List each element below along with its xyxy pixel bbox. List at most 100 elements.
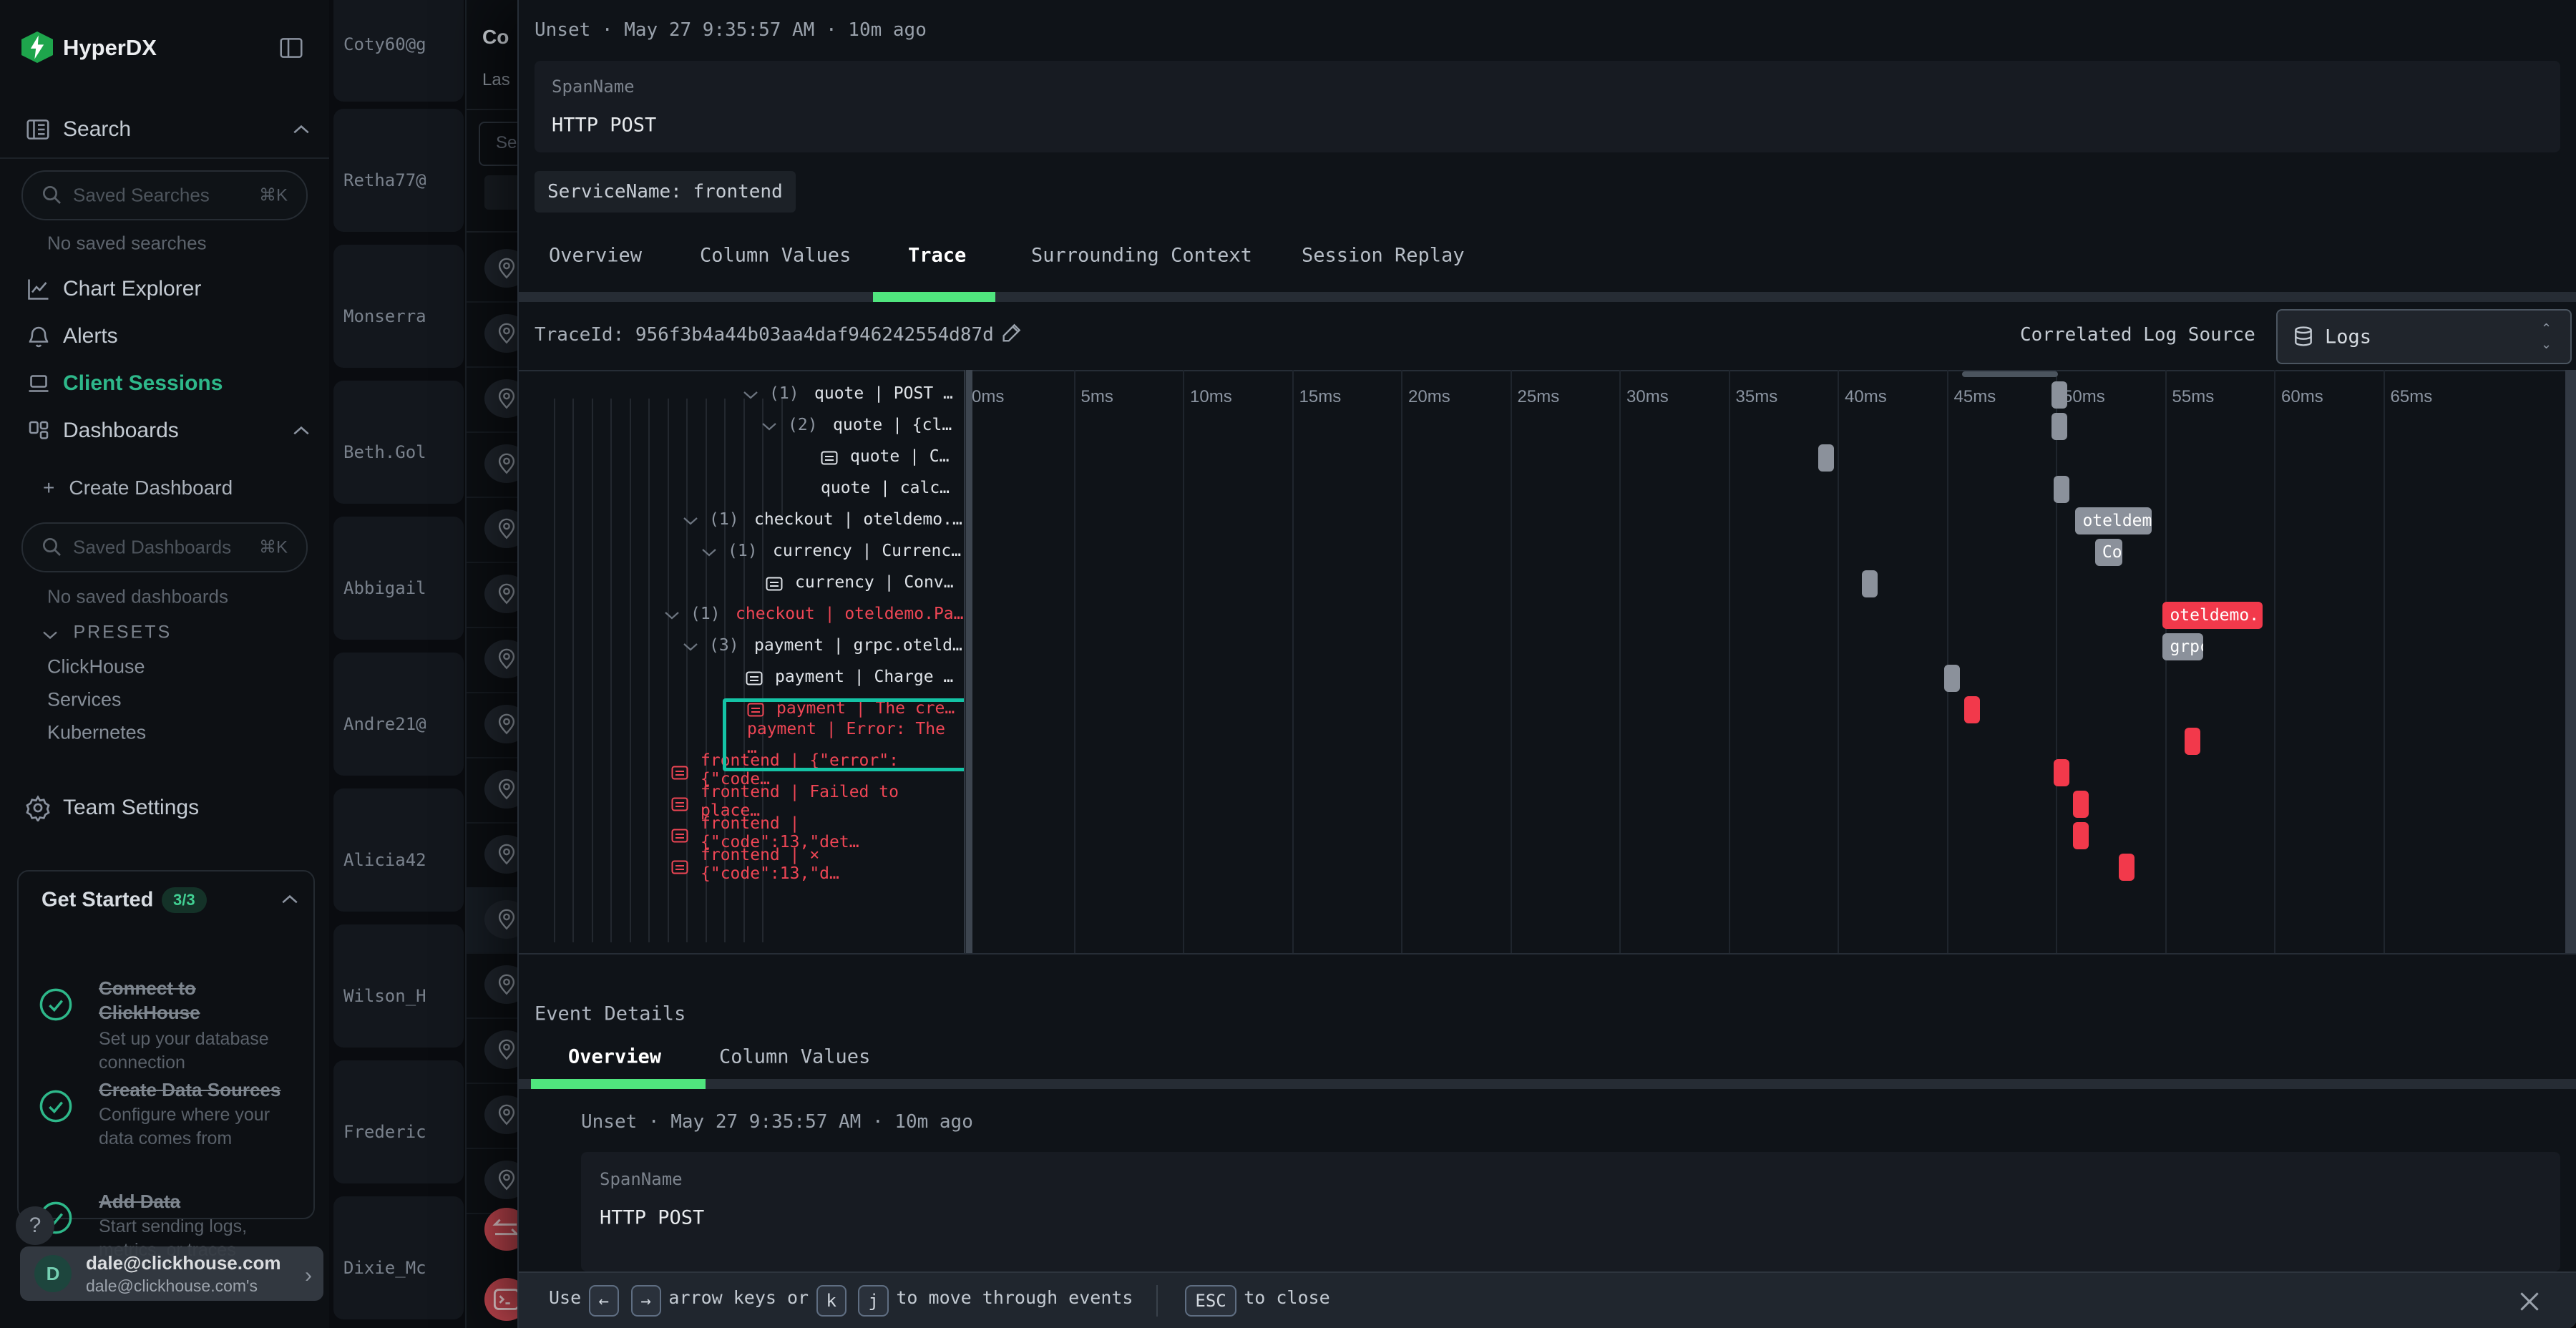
close-icon[interactable] bbox=[2515, 1287, 2544, 1316]
span-duration-bar[interactable] bbox=[1818, 444, 1834, 472]
session-card[interactable]: Monserra bbox=[333, 245, 464, 368]
tab-surrounding-context[interactable]: Surrounding Context bbox=[1031, 245, 1252, 267]
navigation-event-icon[interactable] bbox=[484, 1208, 519, 1251]
collapse-sidebar-icon[interactable] bbox=[278, 34, 305, 62]
sidebar-item-team-settings[interactable]: Team Settings bbox=[63, 796, 199, 820]
session-event-row[interactable] bbox=[467, 627, 519, 693]
span-duration-bar[interactable] bbox=[1862, 570, 1878, 597]
sidebar-item-search[interactable]: Search bbox=[63, 117, 131, 142]
span-duration-bar[interactable] bbox=[2054, 759, 2069, 786]
help-button[interactable]: ? bbox=[16, 1206, 54, 1245]
chevron-down-icon[interactable] bbox=[701, 547, 718, 558]
log-source-select[interactable]: Logs ⌃⌄ bbox=[2276, 309, 2572, 364]
trace-span-row[interactable]: currency | Conv… bbox=[519, 568, 964, 600]
sidebar-item-services[interactable]: Services bbox=[47, 689, 122, 711]
session-event-row[interactable] bbox=[467, 757, 519, 824]
session-card[interactable]: Wilson_H bbox=[333, 924, 464, 1048]
session-event-row[interactable] bbox=[467, 952, 519, 1019]
presets-toggle[interactable]: PRESETS bbox=[42, 622, 172, 643]
tab-overview[interactable]: Overview bbox=[568, 1046, 661, 1068]
tab-column-values[interactable]: Column Values bbox=[719, 1046, 870, 1068]
saved-searches-input[interactable]: Saved Searches ⌘K bbox=[21, 170, 308, 220]
chevron-up-icon[interactable] bbox=[280, 893, 299, 906]
location-pin-icon bbox=[484, 444, 519, 483]
session-event-row[interactable] bbox=[467, 1148, 519, 1214]
session-card[interactable]: Abbigail bbox=[333, 517, 464, 640]
chevron-down-icon[interactable] bbox=[663, 610, 680, 621]
trace-span-row[interactable]: (2)quote | {cl… bbox=[519, 411, 964, 442]
span-duration-bar[interactable]: grpc bbox=[2162, 633, 2203, 660]
session-event-row[interactable] bbox=[467, 562, 519, 628]
sidebar-item-chart-explorer[interactable]: Chart Explorer bbox=[63, 277, 201, 301]
span-name-label: SpanName bbox=[552, 77, 635, 97]
trace-span-row[interactable]: (1)checkout | oteldemo.Pa… bbox=[519, 600, 964, 631]
span-duration-bar[interactable] bbox=[2073, 822, 2089, 849]
timeline-h-scrollbar[interactable] bbox=[1962, 371, 2058, 377]
events-filter-button[interactable] bbox=[484, 175, 519, 210]
session-card[interactable]: Alicia42 bbox=[333, 788, 464, 912]
service-name-chip[interactable]: ServiceName: frontend bbox=[535, 171, 796, 213]
span-duration-bar[interactable] bbox=[2051, 381, 2067, 409]
span-name-panel: SpanName HTTP POST bbox=[535, 61, 2560, 152]
get-started-title: Get Started bbox=[42, 889, 153, 912]
create-dashboard-button[interactable]: +Create Dashboard bbox=[43, 477, 233, 499]
session-card[interactable]: Dixie_Mc bbox=[333, 1196, 464, 1319]
span-duration-bar[interactable] bbox=[1944, 665, 1960, 692]
session-title: Co bbox=[482, 26, 509, 49]
trace-span-row[interactable]: quote | calc… bbox=[519, 474, 964, 505]
timeline-scrollbar[interactable] bbox=[2565, 370, 2576, 953]
session-card[interactable]: Frederic bbox=[333, 1060, 464, 1183]
tab-session-replay[interactable]: Session Replay bbox=[1302, 245, 1465, 267]
span-duration-bar[interactable] bbox=[2051, 413, 2067, 440]
trace-span-row[interactable]: (1)currency | Currenc… bbox=[519, 537, 964, 568]
chevron-down-icon[interactable] bbox=[742, 390, 759, 401]
chevron-up-icon[interactable] bbox=[292, 123, 311, 136]
trace-span-row[interactable]: (1)quote | POST … bbox=[519, 379, 964, 411]
session-event-row[interactable] bbox=[467, 236, 519, 303]
session-event-row[interactable] bbox=[467, 301, 519, 368]
span-duration-bar[interactable]: oteldemo. bbox=[2162, 602, 2263, 629]
chevron-down-icon[interactable] bbox=[761, 421, 778, 432]
session-event-row[interactable] bbox=[467, 692, 519, 758]
chevron-down-icon[interactable] bbox=[682, 516, 699, 527]
tab-overview[interactable]: Overview bbox=[549, 245, 642, 267]
saved-dashboards-input[interactable]: Saved Dashboards ⌘K bbox=[21, 522, 308, 572]
session-event-row[interactable] bbox=[467, 1083, 519, 1149]
client-sessions-page: HyperDX Search Saved Searches ⌘K No save… bbox=[0, 0, 2576, 1328]
span-duration-bar[interactable] bbox=[2119, 854, 2135, 881]
chevron-up-icon[interactable] bbox=[292, 424, 311, 437]
span-duration-bar[interactable] bbox=[2185, 728, 2200, 755]
session-event-row[interactable] bbox=[467, 887, 519, 954]
tab-column-values[interactable]: Column Values bbox=[700, 245, 851, 267]
trace-span-row[interactable]: (1)checkout | oteldemo.… bbox=[519, 505, 964, 537]
console-event-icon[interactable] bbox=[484, 1278, 519, 1321]
sidebar-item-dashboards[interactable]: Dashboards bbox=[63, 419, 179, 443]
sidebar-item-kubernetes[interactable]: Kubernetes bbox=[47, 722, 146, 744]
tab-trace[interactable]: Trace bbox=[908, 245, 966, 267]
session-event-row[interactable] bbox=[467, 431, 519, 498]
events-search-input[interactable]: Se bbox=[479, 122, 519, 166]
edit-icon[interactable] bbox=[1000, 321, 1024, 345]
trace-span-row[interactable]: frontend | × {"code":13,"d… bbox=[519, 851, 964, 883]
span-duration-bar[interactable] bbox=[1964, 696, 1980, 723]
session-card[interactable]: Retha77@ bbox=[333, 109, 464, 232]
span-duration-bar[interactable] bbox=[2073, 791, 2089, 818]
session-card[interactable]: Coty60@g bbox=[333, 0, 464, 102]
span-duration-bar[interactable]: oteldem bbox=[2075, 507, 2151, 534]
sidebar-item-client-sessions[interactable]: Client Sessions bbox=[63, 371, 223, 396]
sidebar-item-alerts[interactable]: Alerts bbox=[63, 324, 118, 348]
session-card[interactable]: Beth.Gol bbox=[333, 381, 464, 504]
session-event-row[interactable] bbox=[467, 366, 519, 433]
session-event-row[interactable] bbox=[467, 822, 519, 889]
trace-span-row[interactable]: quote | C… bbox=[519, 442, 964, 474]
trace-span-row[interactable]: (3)payment | grpc.oteld… bbox=[519, 631, 964, 663]
span-duration-bar[interactable]: Co bbox=[2095, 539, 2122, 566]
session-event-row[interactable] bbox=[467, 497, 519, 563]
span-duration-bar[interactable] bbox=[2054, 476, 2069, 503]
session-event-row[interactable] bbox=[467, 1017, 519, 1084]
session-card[interactable]: Andre21@ bbox=[333, 653, 464, 776]
sidebar-item-clickhouse[interactable]: ClickHouse bbox=[47, 656, 145, 678]
trace-span-row[interactable]: payment | Charge … bbox=[519, 663, 964, 694]
user-menu[interactable]: D dale@clickhouse.com dale@clickhouse.co… bbox=[20, 1246, 323, 1301]
chevron-down-icon[interactable] bbox=[682, 642, 699, 653]
